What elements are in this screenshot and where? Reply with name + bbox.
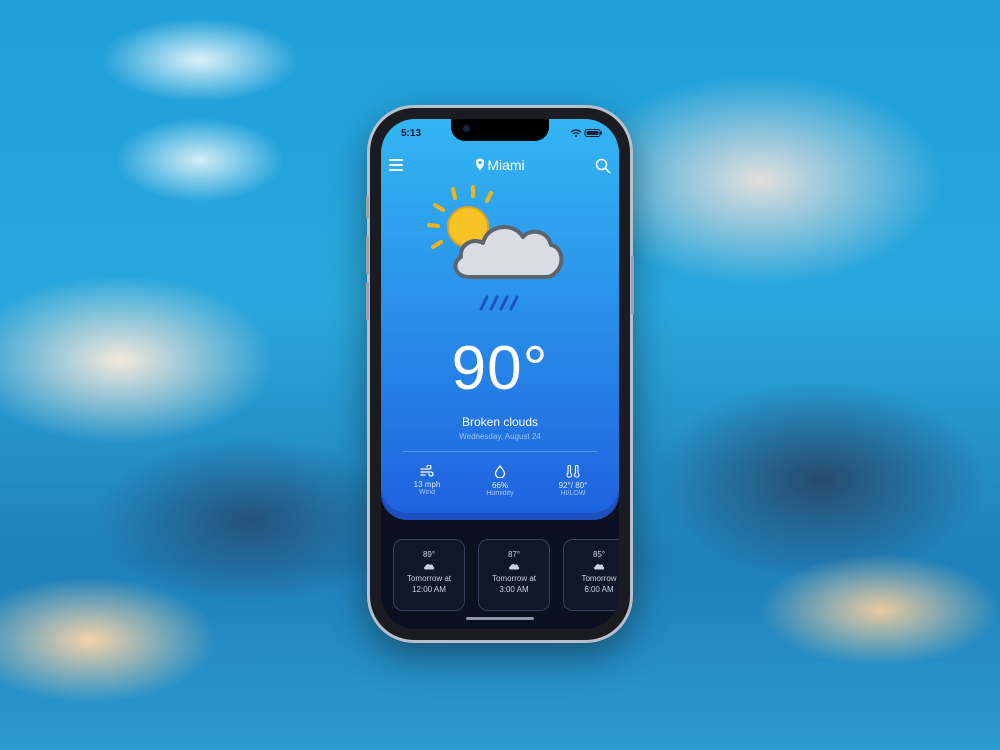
sun-behind-rain-cloud-icon — [427, 185, 564, 311]
city-title[interactable]: Miami — [381, 157, 619, 173]
stat-hi-low: 92°/ 80° HI/LOW — [537, 465, 609, 497]
cloud-icon — [594, 564, 605, 570]
home-indicator[interactable] — [466, 617, 534, 620]
city-name: Miami — [487, 157, 525, 173]
weather-condition: Broken clouds — [461, 415, 539, 429]
stat-value: 92°/ 80° — [558, 481, 588, 490]
wifi-icon — [570, 129, 582, 137]
forecast-time: 12:00 AM — [412, 585, 446, 594]
current-date: Wednesday, August 24 — [459, 432, 541, 441]
silent-switch — [366, 196, 369, 218]
location-pin-icon — [476, 158, 485, 171]
forecast-time: 3:00 AM — [499, 585, 529, 594]
notch — [451, 119, 549, 141]
current-weather-card: 5:13 Miami 90° Broken clouds Wednesday, … — [381, 119, 619, 513]
forecast-time: 6:00 AM — [584, 585, 614, 594]
divider — [403, 451, 597, 452]
phone-screen: 5:13 Miami 90° Broken clouds Wednesday, … — [381, 119, 619, 629]
stat-humidity: 66% Humidity — [464, 465, 536, 497]
status-icons — [570, 129, 602, 137]
stat-value: 66% — [491, 481, 508, 490]
droplet-icon — [494, 465, 506, 478]
forecast-label: Tomorrow at — [491, 574, 536, 583]
hourly-forecast[interactable]: 89° Tomorrow at 12:00 AM 87° Tomorrow at… — [393, 539, 619, 611]
wind-icon — [420, 465, 434, 477]
current-temperature: 90° — [451, 334, 549, 403]
cloud-icon — [424, 564, 435, 570]
phone-mockup: 5:13 Miami 90° Broken clouds Wednesday, … — [366, 108, 634, 640]
stat-value: 13 mph — [413, 480, 441, 489]
forecast-card[interactable]: 85° Tomorrow 6:00 AM — [563, 539, 619, 611]
thermometer-icon — [566, 465, 580, 478]
stat-label: HI/LOW — [560, 490, 586, 497]
stat-wind: 13 mph Wind — [391, 465, 463, 497]
search-icon[interactable] — [595, 158, 611, 174]
weather-stats: 13 mph Wind 66% Humidity 92°/ 80° HI/LOW — [391, 465, 609, 497]
forecast-label: Tomorrow at — [406, 574, 451, 583]
forecast-temp: 87° — [507, 550, 521, 559]
stat-label: Wind — [419, 489, 435, 496]
volume-down-button — [366, 282, 369, 320]
front-camera — [463, 125, 470, 132]
battery-icon — [584, 129, 602, 137]
stat-label: Humidity — [486, 490, 514, 497]
forecast-card[interactable]: 89° Tomorrow at 12:00 AM — [393, 539, 465, 611]
forecast-temp: 85° — [592, 550, 606, 559]
forecast-temp: 89° — [422, 550, 436, 559]
status-time: 5:13 — [401, 128, 422, 139]
forecast-card[interactable]: 87° Tomorrow at 3:00 AM — [478, 539, 550, 611]
volume-up-button — [366, 236, 369, 274]
power-button — [631, 256, 634, 314]
forecast-label: Tomorrow — [581, 574, 617, 583]
cloud-icon — [509, 564, 520, 570]
